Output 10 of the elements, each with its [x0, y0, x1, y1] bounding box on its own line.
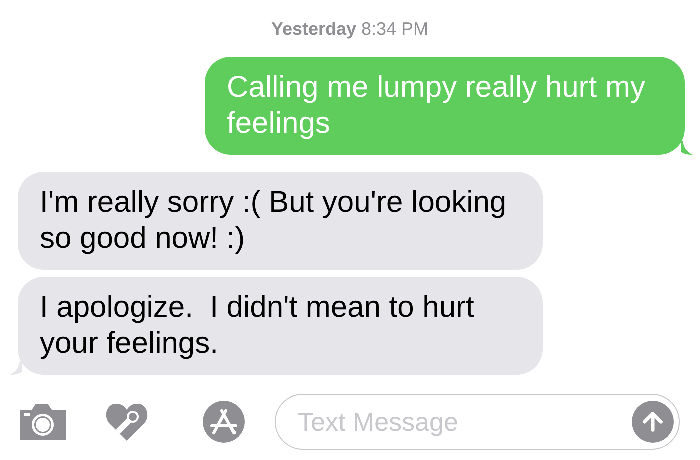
message-input-field[interactable]: Text Message [275, 394, 680, 450]
heart-icon[interactable] [105, 401, 149, 443]
timestamp-time: 8:34 PM [362, 18, 429, 41]
camera-icon[interactable] [18, 402, 68, 442]
send-button[interactable] [632, 401, 674, 443]
app-store-icon[interactable] [202, 400, 246, 444]
message-bubble: Calling me lumpy really hurt my feelings [205, 57, 685, 155]
message-bubble: I'm really sorry :( But you're looking so good now! :) [18, 172, 543, 270]
message-bubble: I apologize. I didn't mean to hurt your feelings. [18, 277, 543, 375]
timestamp-day: Yesterday [271, 16, 356, 43]
